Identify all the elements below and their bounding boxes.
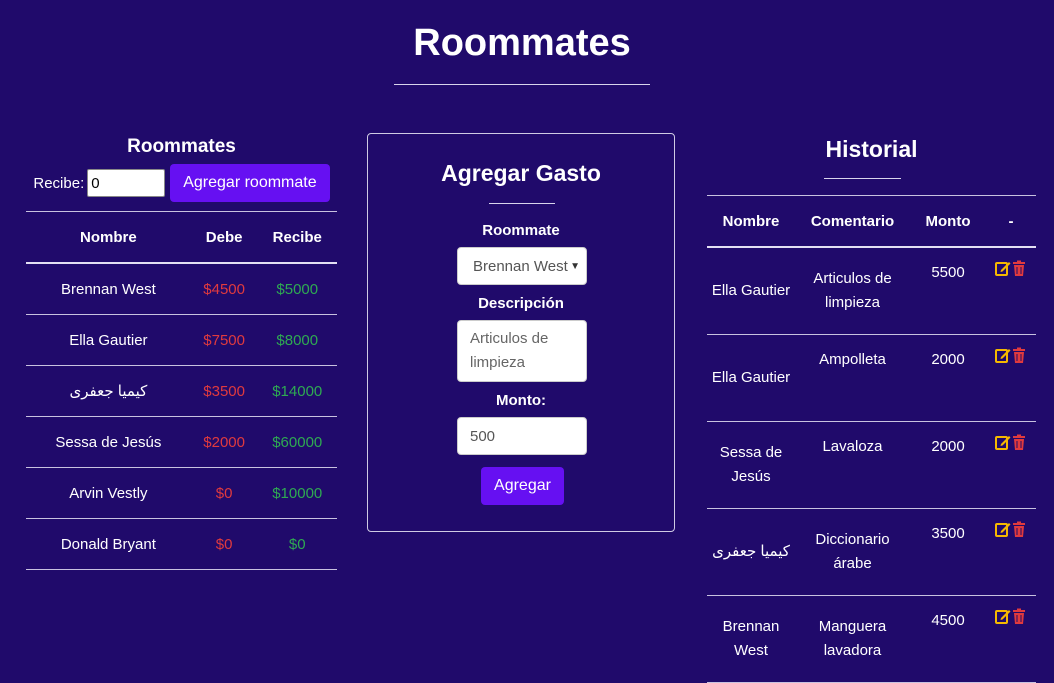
add-roommate-button[interactable]: Agregar roommate [170, 164, 330, 202]
edit-icon[interactable] [995, 521, 1011, 537]
row-actions [986, 508, 1036, 596]
trash-icon[interactable] [1011, 434, 1027, 450]
roommate-debe: $3500 [190, 365, 258, 417]
roommate-name: Ella Gautier [26, 314, 191, 366]
historial-nombre: Brennan West [707, 595, 795, 683]
historial-panel: Historial Nombre Comentario Monto - Ella… [707, 134, 1036, 683]
table-row: كيميا جعفرى Diccionario árabe 3500 [707, 508, 1036, 596]
descripcion-textarea[interactable]: Articulos de limpieza [457, 320, 587, 382]
add-expense-card: Agregar Gasto Roommate Brennan West ▼ De… [367, 133, 675, 532]
column-header-debe: Debe [190, 211, 258, 264]
page-title: Roommates [413, 22, 631, 64]
roommate-recibe: $10000 [257, 467, 337, 519]
historial-monto: 5500 [910, 247, 986, 335]
table-row: كيميا جعفرى $3500 $14000 [26, 365, 337, 417]
historial-monto: 3500 [910, 508, 986, 596]
chevron-down-icon: ▼ [570, 260, 580, 272]
roommate-select[interactable]: Brennan West ▼ [457, 247, 587, 285]
table-row: Ella Gautier Ampolleta 2000 [707, 334, 1036, 422]
historial-monto: 2000 [910, 421, 986, 509]
roommate-recibe: $5000 [257, 263, 337, 315]
row-actions [986, 595, 1036, 683]
table-header-row: Nombre Debe Recibe [26, 211, 337, 264]
recibe-label: Recibe: [33, 174, 85, 192]
roommate-debe: $7500 [190, 314, 258, 366]
column-header-comentario: Comentario [795, 195, 910, 248]
historial-comentario: Ampolleta [795, 334, 910, 422]
column-header-nombre: Nombre [26, 211, 191, 264]
roommate-debe: $0 [190, 518, 258, 570]
historial-comentario: Lavaloza [795, 421, 910, 509]
roommate-recibe: $0 [257, 518, 337, 570]
recibe-input[interactable] [87, 169, 166, 197]
historial-comentario: Manguera lavadora [795, 595, 910, 683]
add-expense-heading: Agregar Gasto [441, 160, 601, 186]
column-header-recibe: Recibe [257, 211, 337, 264]
edit-icon[interactable] [995, 260, 1011, 276]
roommate-recibe: $8000 [257, 314, 337, 366]
monto-input[interactable] [457, 417, 587, 455]
row-actions [986, 247, 1036, 335]
roommate-debe: $4500 [190, 263, 258, 315]
edit-icon[interactable] [995, 347, 1011, 363]
recibe-row: Recibe: Agregar roommate [26, 164, 337, 202]
card-divider [489, 203, 555, 204]
table-row: Arvin Vestly $0 $10000 [26, 467, 337, 519]
row-actions [986, 334, 1036, 422]
trash-icon[interactable] [1011, 260, 1027, 276]
historial-monto: 2000 [910, 334, 986, 422]
roommates-panel: Roommates Recibe: Agregar roommate Nombr… [26, 134, 337, 570]
title-divider [394, 84, 650, 85]
historial-nombre: Ella Gautier [707, 334, 795, 422]
table-row: Donald Bryant $0 $0 [26, 518, 337, 570]
roommate-name: Brennan West [26, 263, 191, 315]
roommates-table: Nombre Debe Recibe Brennan West $4500 $5… [26, 211, 337, 570]
historial-divider [824, 178, 901, 179]
descripcion-label: Descripción [478, 295, 564, 312]
roommate-recibe: $14000 [257, 365, 337, 417]
historial-monto: 4500 [910, 595, 986, 683]
historial-table: Nombre Comentario Monto - Ella Gautier A… [707, 195, 1036, 683]
table-row: Ella Gautier Articulos de limpieza 5500 [707, 247, 1036, 335]
table-row: Brennan West Manguera lavadora 4500 [707, 595, 1036, 683]
roommate-name: Donald Bryant [26, 518, 191, 570]
roommate-debe: $0 [190, 467, 258, 519]
column-header-monto: Monto [910, 195, 986, 248]
row-actions [986, 421, 1036, 509]
table-header-row: Nombre Comentario Monto - [707, 195, 1036, 248]
edit-icon[interactable] [995, 434, 1011, 450]
roommate-name: Arvin Vestly [26, 467, 191, 519]
column-header-nombre: Nombre [707, 195, 795, 248]
table-row: Ella Gautier $7500 $8000 [26, 314, 337, 366]
historial-comentario: Diccionario árabe [795, 508, 910, 596]
table-row: Brennan West $4500 $5000 [26, 263, 337, 315]
roommate-label: Roommate [482, 222, 560, 239]
trash-icon[interactable] [1011, 608, 1027, 624]
historial-nombre: Ella Gautier [707, 247, 795, 335]
roommate-debe: $2000 [190, 416, 258, 468]
agregar-button[interactable]: Agregar [481, 467, 564, 505]
monto-label: Monto: [496, 392, 546, 409]
historial-nombre: Sessa de Jesús [707, 421, 795, 509]
roommate-recibe: $60000 [257, 416, 337, 468]
roommate-name: كيميا جعفرى [26, 365, 191, 417]
edit-icon[interactable] [995, 608, 1011, 624]
trash-icon[interactable] [1011, 521, 1027, 537]
table-row: Sessa de Jesús Lavaloza 2000 [707, 421, 1036, 509]
trash-icon[interactable] [1011, 347, 1027, 363]
table-row: Sessa de Jesús $2000 $60000 [26, 416, 337, 468]
roommate-name: Sessa de Jesús [26, 416, 191, 468]
roommates-heading: Roommates [127, 136, 236, 157]
historial-comentario: Articulos de limpieza [795, 247, 910, 335]
historial-heading: Historial [825, 136, 918, 162]
column-header-actions: - [986, 195, 1036, 248]
roommate-select-value: Brennan West [473, 257, 568, 275]
historial-nombre: كيميا جعفرى [707, 508, 795, 596]
